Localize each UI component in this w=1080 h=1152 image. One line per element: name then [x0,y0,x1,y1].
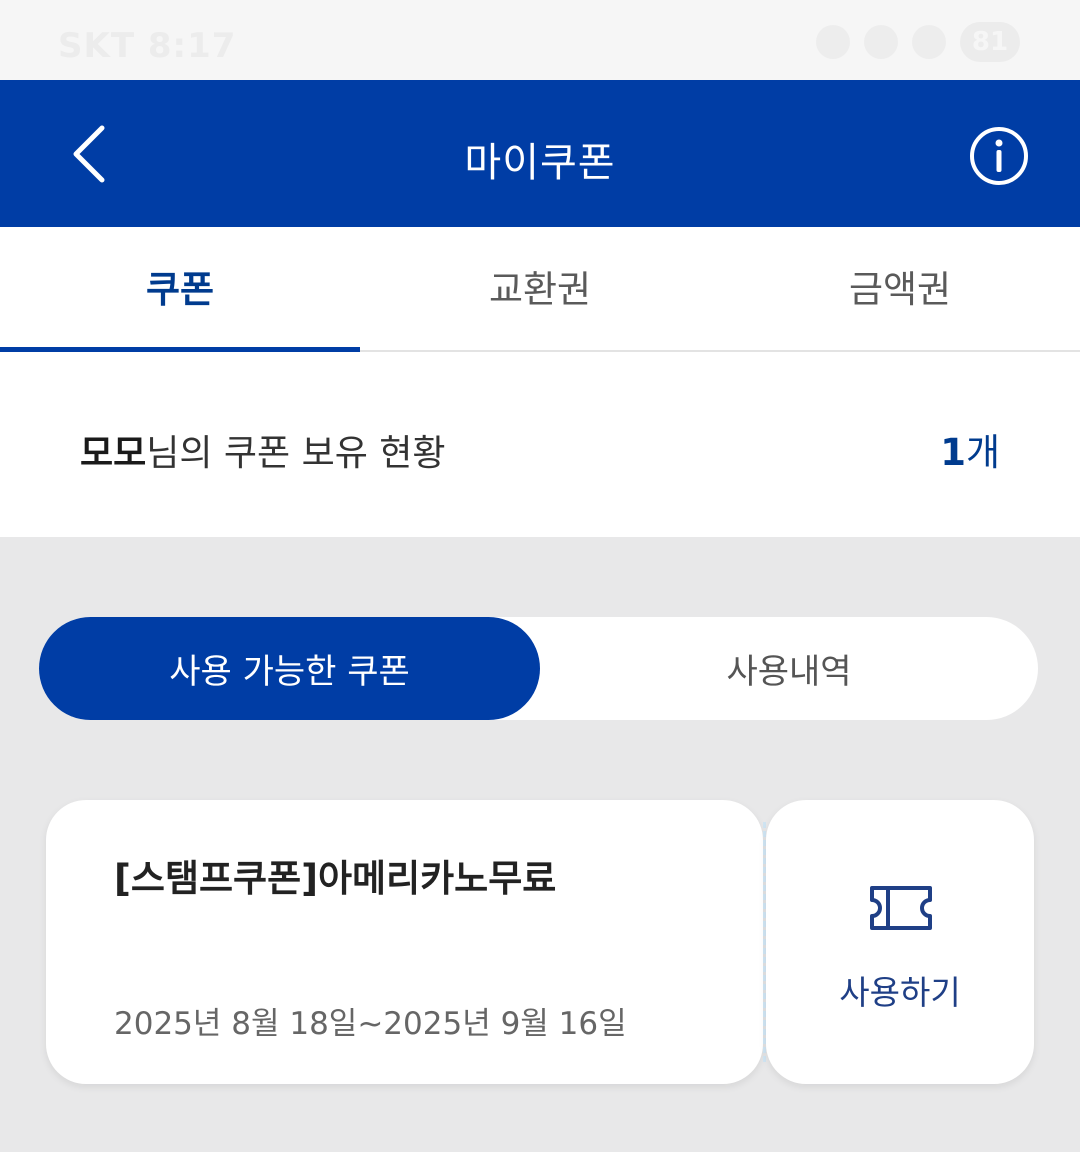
info-button[interactable] [968,125,1030,187]
coupon-status-segment: 사용 가능한 쿠폰 사용내역 [39,617,1038,720]
summary-label-text: 님의 쿠폰 보유 현황 [146,433,446,474]
ticket-icon [870,886,932,930]
battery-icon: 81 [960,22,1020,62]
user-name: 모모 [80,433,147,474]
status-carrier-time: SKT 8:17 [58,26,237,66]
segment-usage-history[interactable]: 사용내역 [540,617,1038,720]
summary-label: 모모님의 쿠폰 보유 현황 [80,424,446,476]
signal-icon [912,25,946,59]
coupon-title: [스탬프쿠폰]아메리카노무료 [114,857,557,900]
tab-coupon[interactable]: 쿠폰 [0,227,360,352]
page-title: 마이쿠폰 [464,140,616,186]
status-bar: SKT 8:17 81 [0,0,1080,80]
status-icons: 81 [816,22,1020,62]
app-header: 마이쿠폰 [0,80,1080,227]
coupon-count-unit: 개 [965,431,1000,474]
coupon-type-tabs: 쿠폰 교환권 금액권 [0,227,1080,352]
wifi-icon [864,25,898,59]
segment-available-coupons[interactable]: 사용 가능한 쿠폰 [39,617,540,720]
coupon-summary: 모모님의 쿠폰 보유 현황 1개 [0,352,1080,537]
coupon-card[interactable]: [스탬프쿠폰]아메리카노무료 2025년 8월 18일~2025년 9월 16일 [46,800,763,1084]
coupon-count: 1개 [940,422,1000,476]
use-coupon-label: 사용하기 [839,973,961,1012]
tab-amount-voucher[interactable]: 금액권 [720,227,1080,350]
tab-exchange-voucher[interactable]: 교환권 [360,227,720,350]
info-circle-icon [970,127,1028,185]
use-coupon-button[interactable]: 사용하기 [766,800,1034,1084]
coupon-count-number: 1 [940,431,966,474]
coupon-validity-period: 2025년 8월 18일~2025년 9월 16일 [114,1006,627,1042]
mute-icon [816,25,850,59]
